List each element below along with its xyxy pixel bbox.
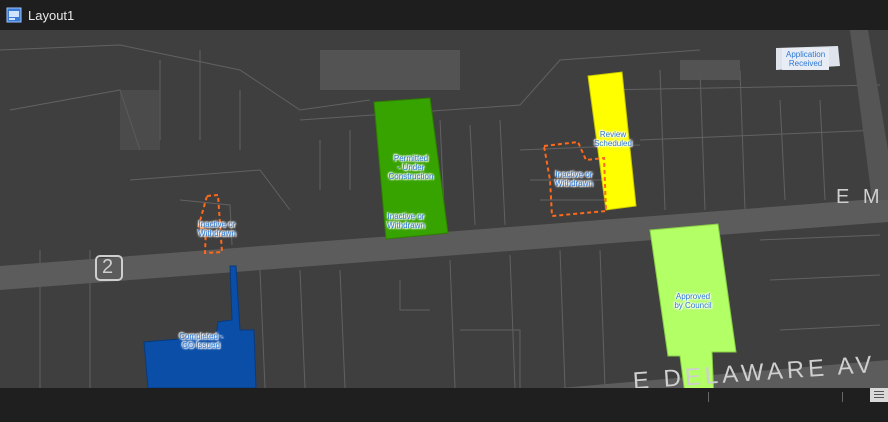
window-title: Layout1 (28, 7, 75, 23)
label-review-scheduled: Review Scheduled (594, 130, 632, 148)
label-inactive-c: Inactive or Withdrawn (555, 170, 593, 188)
label-completed: Completed - CO Issued (179, 332, 223, 350)
status-bar (0, 388, 888, 422)
layout-icon (6, 7, 22, 23)
basemap (0, 30, 888, 388)
east-main-label: E M (836, 186, 884, 208)
label-application-received: Application Received (782, 48, 830, 70)
label-approved: Approved by Council (674, 292, 712, 310)
label-permitted: Permitted - Under Construction (388, 154, 434, 181)
map-view[interactable]: 2 E M E DELAWARE AV Application Received… (0, 30, 888, 388)
label-inactive-a: Inactive or Withdrawn (198, 220, 236, 238)
route-2-label: 2 (102, 256, 114, 278)
label-inactive-b: Inactive or Withdrawn (387, 212, 425, 230)
title-bar: Layout1 (0, 0, 888, 30)
panel-toggle-button[interactable] (870, 388, 888, 402)
